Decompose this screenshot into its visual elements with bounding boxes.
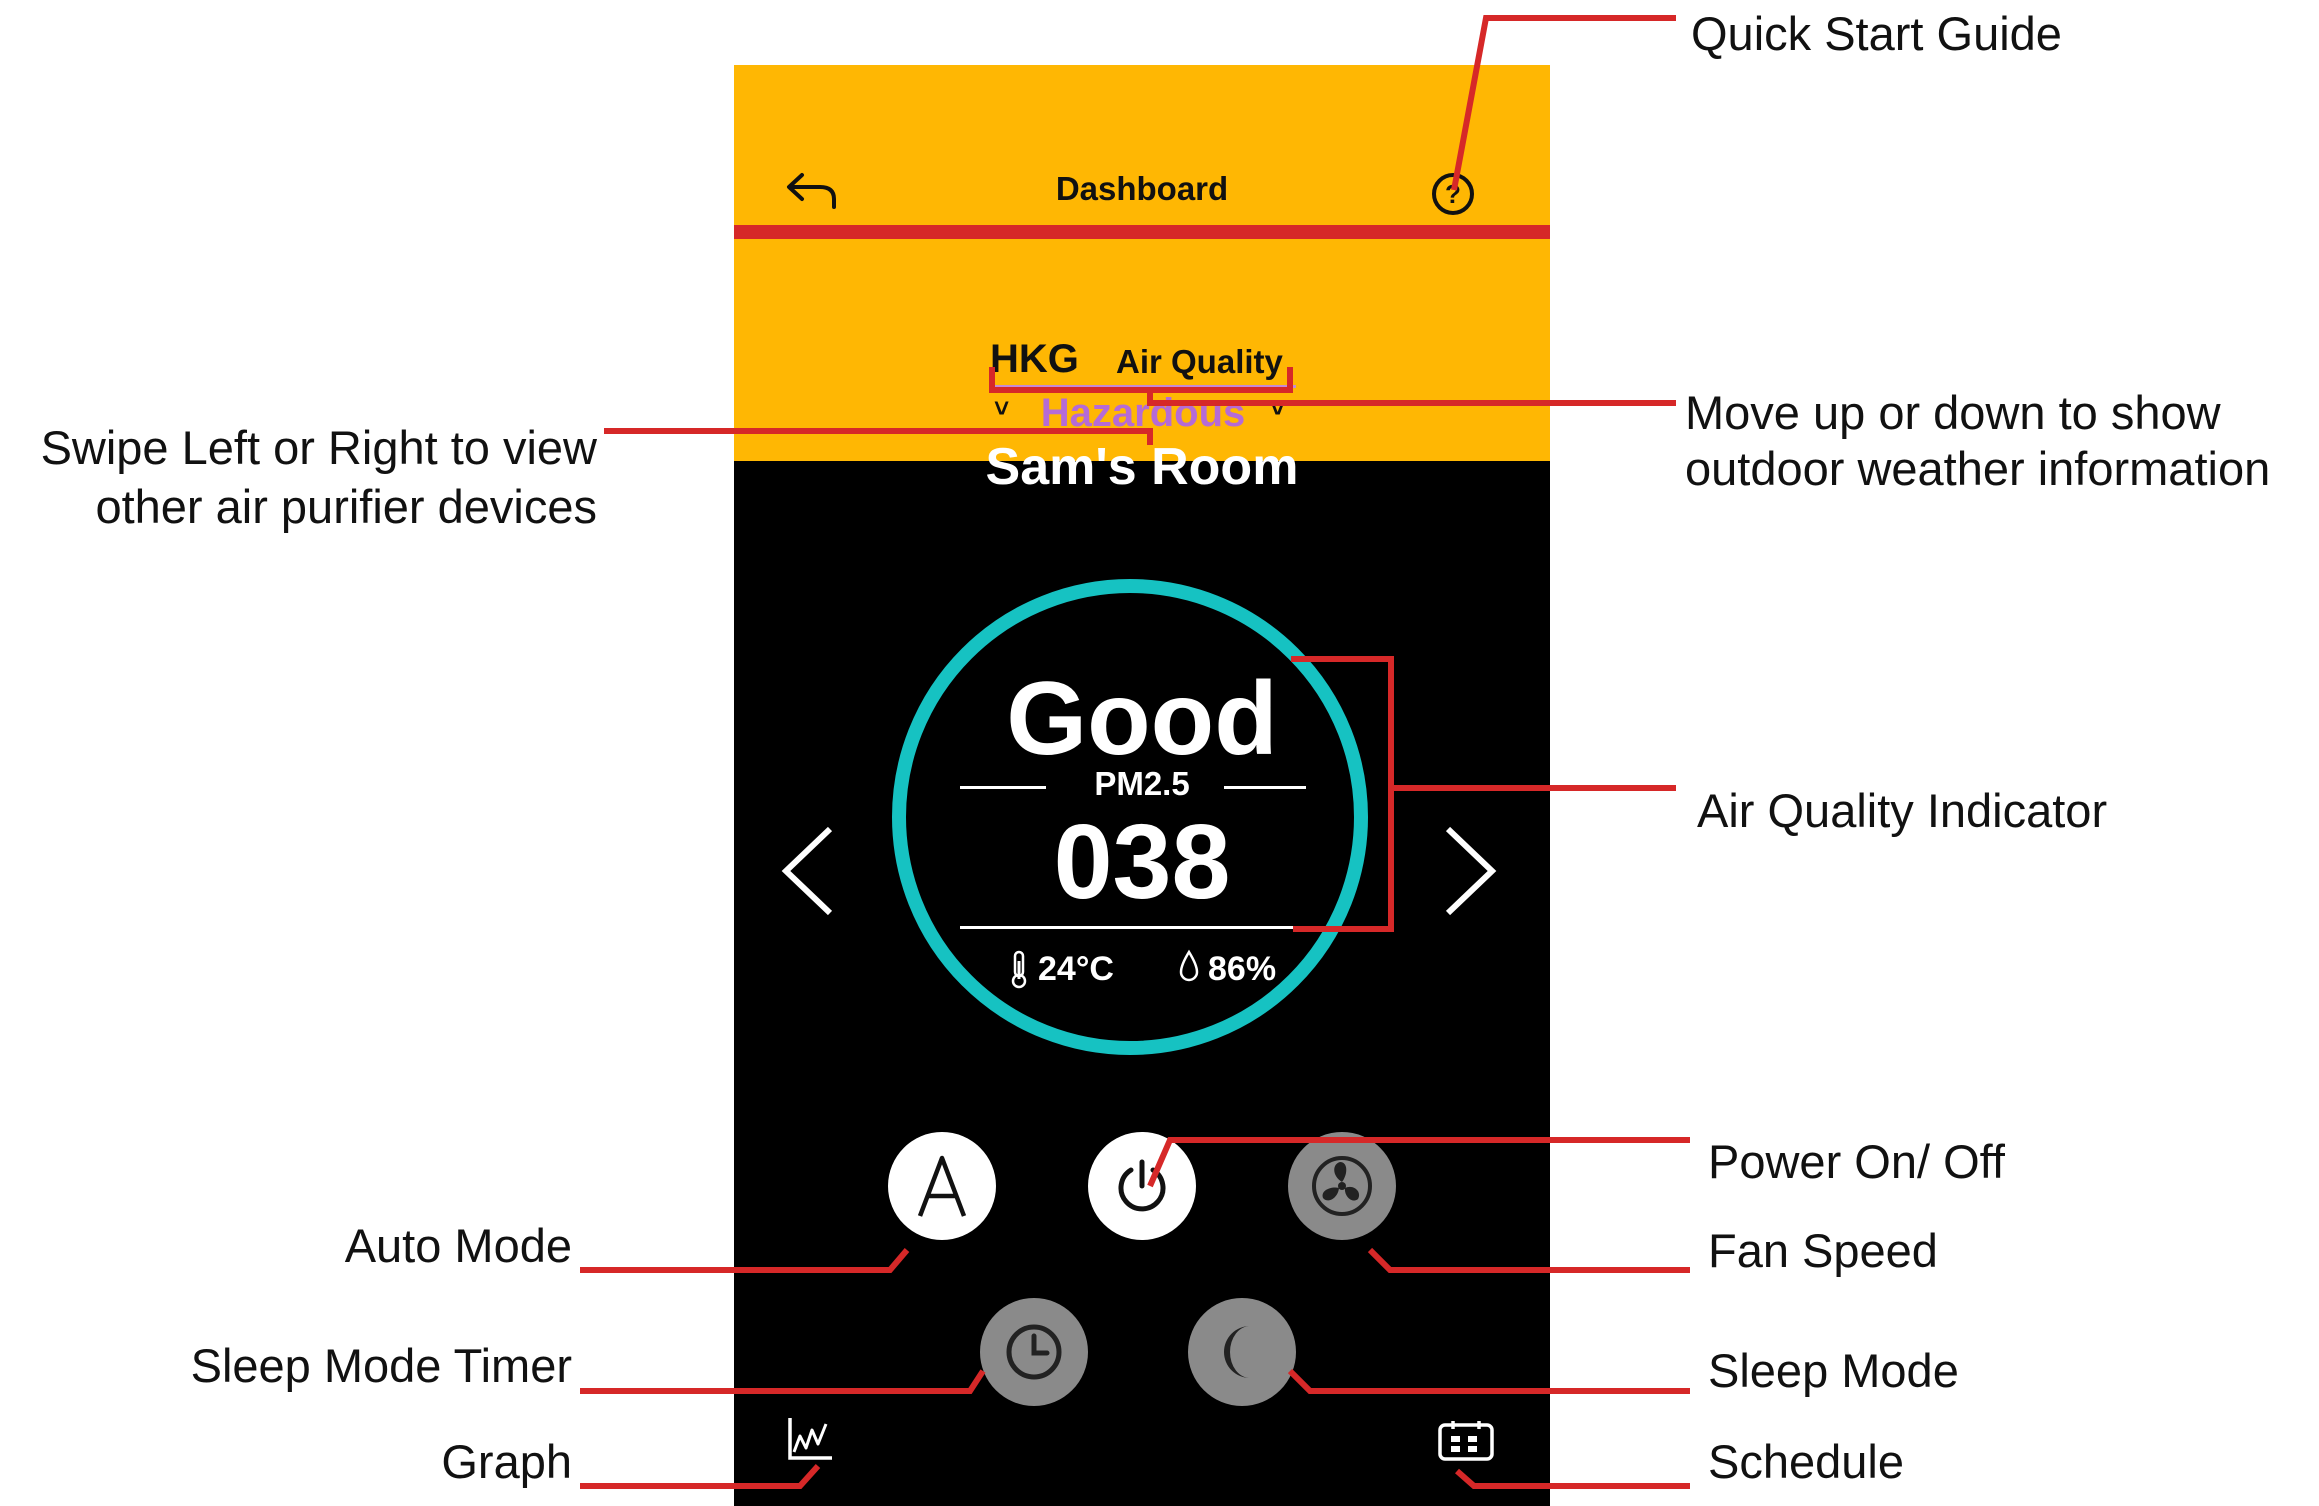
callout-move-updown-line2: outdoor weather information	[1685, 442, 2271, 495]
callout-move-updown-line1: Move up or down to show	[1685, 386, 2221, 439]
callout-swipe-line2: other air purifier devices	[95, 480, 597, 533]
callout-fan-speed: Fan Speed	[1708, 1224, 1938, 1277]
callout-swipe-line1: Swipe Left or Right to view	[40, 421, 597, 474]
callout-sleep-mode: Sleep Mode	[1708, 1344, 1959, 1397]
callout-auto-mode: Auto Mode	[344, 1219, 572, 1272]
callout-lines	[580, 15, 1690, 1489]
callout-sleep-mode-timer: Sleep Mode Timer	[190, 1339, 572, 1392]
callout-power: Power On/ Off	[1708, 1135, 2005, 1188]
callout-air-quality-indicator: Air Quality Indicator	[1697, 784, 2108, 837]
callout-graph: Graph	[441, 1435, 572, 1488]
callout-schedule: Schedule	[1708, 1435, 1904, 1488]
callout-quick-start-guide: Quick Start Guide	[1691, 7, 2062, 60]
